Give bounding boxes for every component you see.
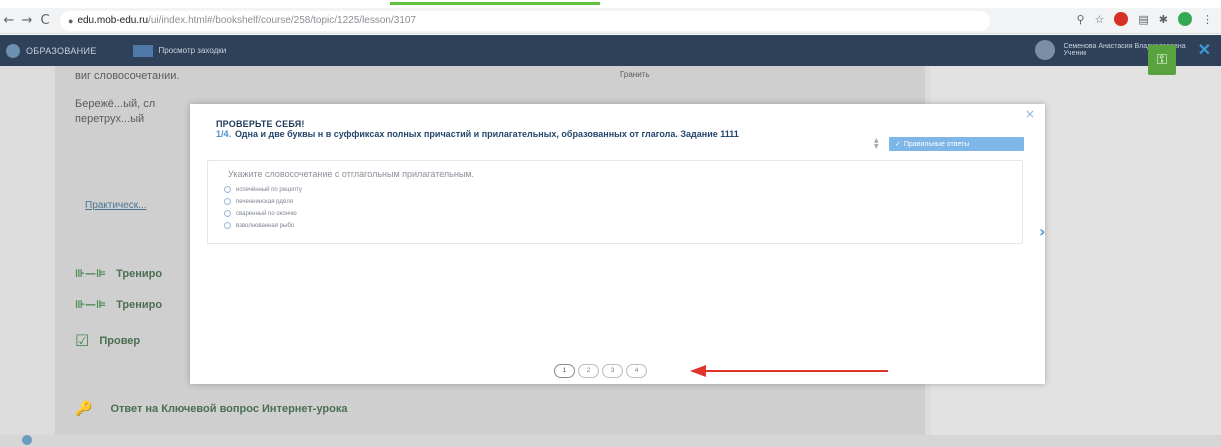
extension-green-icon[interactable] — [1178, 12, 1192, 26]
option-label: сваренный по окончю — [236, 210, 297, 217]
radio-button[interactable] — [224, 186, 231, 193]
correct-answers-button[interactable]: ✓ Правильные ответы — [889, 137, 1024, 151]
screenshot: ← → C ● edu.mob-edu.ru /ui/index.html#/b… — [0, 0, 1221, 447]
answer-option[interactable]: взволнованная рыбо — [224, 222, 294, 229]
extension-red-icon[interactable] — [1114, 12, 1129, 26]
lock-icon: ● — [68, 15, 74, 26]
bg-text-line1: виг словосочетании. — [75, 70, 180, 82]
correct-answers-label: Правильные ответы — [903, 140, 970, 148]
extension-icon[interactable]: ▤ — [1138, 13, 1148, 26]
option-label: испечённый по рецепту — [236, 186, 302, 193]
bottom-bar — [0, 435, 1221, 447]
answer-option[interactable]: сваренный по окончю — [224, 210, 297, 217]
bg-text-right: Гранить — [620, 70, 650, 79]
url-path: /ui/index.html#/bookshelf/course/258/top… — [148, 15, 417, 26]
chevron-down-icon[interactable]: ▼ — [874, 144, 879, 150]
question-prompt: Укажите словосочетание с отглагольным пр… — [228, 169, 474, 179]
task-stepper[interactable]: ▲ ▼ — [874, 138, 879, 150]
close-icon[interactable]: ✕ — [1198, 40, 1211, 60]
key-icon: 🔑 — [75, 401, 93, 417]
zoom-icon[interactable]: ⚲ — [1076, 13, 1084, 26]
dumbbell-icon: ⊪—⊫ — [75, 267, 107, 280]
nav-view-lesson-label: Просмотр заходки — [158, 46, 227, 55]
option-label: взволнованная рыбо — [236, 222, 295, 229]
forward-button[interactable]: → — [18, 13, 36, 28]
training-item-2[interactable]: ⊪—⊫ Трениро — [75, 298, 162, 311]
question-card: Укажите словосочетание с отглагольным пр… — [207, 160, 1023, 244]
training-item-1[interactable]: ⊪—⊫ Трениро — [75, 267, 162, 280]
training-item-1-label: Трениро — [116, 267, 163, 280]
page-button-2[interactable]: 2 — [578, 364, 599, 378]
task-heading: 1/4. Одна и две буквы н в суффиксах полны… — [216, 130, 856, 139]
logo-icon — [6, 43, 20, 58]
training-item-2-label: Трениро — [116, 298, 163, 311]
monitor-icon — [132, 44, 153, 57]
radio-button[interactable] — [224, 222, 231, 229]
check-item-label: Провер — [99, 334, 141, 347]
user-menu[interactable]: Семенова Анастасия Владиславовна Ученик … — [1035, 40, 1211, 60]
option-label: печеннинская рдёля — [236, 198, 293, 205]
annotation-arrow — [690, 365, 888, 377]
key-icon: ⚿ — [1156, 52, 1168, 68]
dumbbell-icon: ⊪—⊫ — [75, 298, 107, 311]
bg-text-line2: Бережё...ый, сл — [75, 98, 156, 110]
task-number: 1/4. — [216, 129, 232, 139]
checkbox-icon: ☑ — [75, 331, 90, 350]
chevron-right-icon[interactable]: › — [1039, 222, 1046, 241]
key-question-label: Ответ на Ключевой вопрос Интернет-урока — [110, 403, 348, 415]
site-header: ОБРАЗОВАНИЕ Просмотр заходки Семенова Ан… — [0, 35, 1221, 66]
reload-button[interactable]: C — [36, 13, 54, 28]
radio-button[interactable] — [224, 210, 231, 217]
site-logo-text: ОБРАЗОВАНИЕ — [26, 45, 97, 56]
avatar — [1035, 40, 1056, 60]
browser-toolbar: ← → C ● edu.mob-edu.ru /ui/index.html#/b… — [0, 8, 1221, 34]
back-button[interactable]: ← — [0, 13, 18, 28]
page-button-4[interactable]: 4 — [626, 364, 647, 378]
answer-option[interactable]: печеннинская рдёля — [224, 198, 293, 205]
page-button-3[interactable]: 3 — [602, 364, 623, 378]
star-icon[interactable]: ☆ — [1095, 13, 1105, 26]
menu-icon[interactable]: ⋮ — [1202, 13, 1213, 26]
self-check-modal: × ПРОВЕРЬТЕ СЕБЯ! 1/4. Одна и две буквы н… — [190, 104, 1045, 384]
modal-title: ПРОВЕРЬТЕ СЕБЯ! — [216, 119, 305, 129]
bottom-icon — [22, 435, 32, 445]
key-question-item[interactable]: 🔑 Ответ на Ключевой вопрос Интернет-урок… — [75, 401, 348, 417]
url-host: edu.mob-edu.ru — [77, 15, 149, 26]
caption-underline — [390, 2, 600, 5]
check-icon: ✓ — [895, 141, 901, 148]
browser-extensions: ⚲ ☆ ▤ ✱ ⋮ — [1076, 12, 1213, 26]
close-icon[interactable]: × — [1025, 107, 1035, 121]
address-bar[interactable]: ● edu.mob-edu.ru /ui/index.html#/bookshe… — [60, 10, 990, 31]
answer-option[interactable]: испечённый по рецепту — [224, 186, 302, 193]
puzzle-icon[interactable]: ✱ — [1159, 13, 1168, 26]
bg-text-line3: перетрух...ый — [75, 113, 145, 125]
practice-link[interactable]: Практическ... — [85, 200, 146, 211]
nav-view-lesson[interactable]: Просмотр заходки — [132, 44, 227, 57]
check-item[interactable]: ☑ Провер — [75, 331, 140, 350]
key-button[interactable]: ⚿ — [1148, 45, 1176, 75]
task-text: Одна и две буквы н в суффиксах полных пр… — [235, 129, 739, 139]
task-pagination: 1 2 3 4 — [554, 364, 647, 378]
radio-button[interactable] — [224, 198, 231, 205]
page-button-1[interactable]: 1 — [554, 364, 575, 378]
caption-strip — [0, 0, 1221, 8]
